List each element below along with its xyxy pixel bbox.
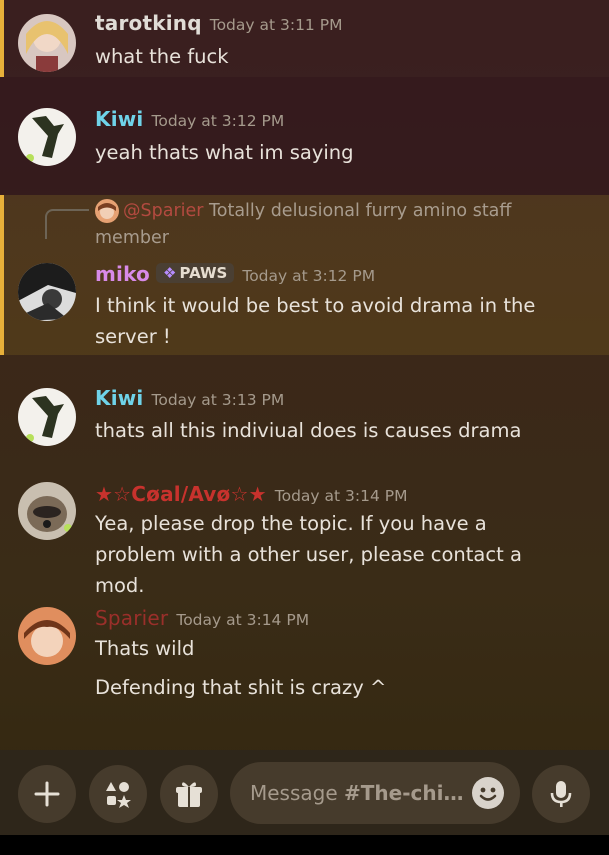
message-text: Yea, please drop the topic. If you have … [95, 512, 522, 597]
gift-icon [176, 782, 202, 807]
chat-view: tarotkinq Today at 3:11 PM what the fuck … [0, 0, 609, 835]
message-coal-avo[interactable]: ★☆Cøal/Avø☆★ Today at 3:14 PM Yea, please… [0, 465, 609, 597]
reply-mention[interactable]: @Sparier [123, 201, 203, 221]
apps-icon [106, 782, 131, 808]
reply-preview[interactable]: @Sparier Totally delusional furry amino … [95, 198, 549, 252]
avatar[interactable] [18, 607, 76, 665]
composer-bar: Message #The-chi… [0, 750, 609, 835]
voice-message-button[interactable] [532, 765, 590, 823]
message-text: Defending that shit is crazy ^ [95, 676, 387, 699]
timestamp: Today at 3:13 PM [151, 391, 285, 409]
timestamp: Today at 3:14 PM [274, 487, 408, 505]
server-tag[interactable]: ❖ PAWS [156, 263, 235, 283]
avatar[interactable] [18, 14, 76, 72]
timestamp: Today at 3:12 PM [242, 267, 376, 285]
author-name[interactable]: ★☆Cøal/Avø☆★ [95, 482, 267, 506]
message-kiwi[interactable]: Kiwi Today at 3:12 PM yeah thats what im … [0, 77, 609, 195]
avatar[interactable] [18, 388, 76, 446]
author-name[interactable]: Sparier [95, 606, 168, 630]
message-kiwi[interactable]: Kiwi Today at 3:13 PM thats all this indi… [0, 370, 609, 460]
mention-highlight-bar [0, 195, 4, 355]
message-input-placeholder: Message #The-chi… [250, 781, 464, 805]
author-name[interactable]: tarotkinq [95, 11, 202, 35]
system-nav-bar [0, 835, 609, 855]
apps-button[interactable] [89, 765, 147, 823]
emoji-icon [479, 787, 497, 801]
timestamp: Today at 3:11 PM [209, 16, 343, 34]
message-text: thats all this indiviual does is causes … [95, 419, 522, 442]
timestamp: Today at 3:12 PM [151, 112, 285, 130]
message-miko[interactable]: @Sparier Totally delusional furry amino … [0, 195, 609, 355]
plus-icon [34, 781, 60, 807]
author-name[interactable]: miko [95, 262, 150, 286]
author-name[interactable]: Kiwi [95, 386, 144, 410]
avatar[interactable] [18, 108, 76, 166]
message-text: what the fuck [95, 45, 229, 68]
message-input[interactable]: Message #The-chi… [230, 762, 520, 824]
channel-name: #The-chi… [344, 781, 464, 805]
reply-connector [45, 209, 89, 239]
message-text: Thats wild [95, 637, 195, 660]
message-text: yeah thats what im saying [95, 141, 354, 164]
message-tarotkinq[interactable]: tarotkinq Today at 3:11 PM what the fuck [0, 0, 609, 77]
author-name[interactable]: Kiwi [95, 107, 144, 131]
microphone-icon [550, 781, 572, 807]
emoji-button[interactable] [472, 777, 504, 809]
message-sparier[interactable]: Sparier Today at 3:14 PM Thats wild Defen… [0, 590, 609, 720]
paw-icon: ❖ [163, 264, 177, 282]
mention-highlight-bar [0, 0, 4, 77]
avatar[interactable] [18, 263, 76, 321]
timestamp: Today at 3:14 PM [176, 611, 310, 629]
message-text: I think it would be best to avoid drama … [95, 294, 536, 348]
add-attachment-button[interactable] [18, 765, 76, 823]
gift-button[interactable] [160, 765, 218, 823]
avatar[interactable] [18, 482, 76, 540]
